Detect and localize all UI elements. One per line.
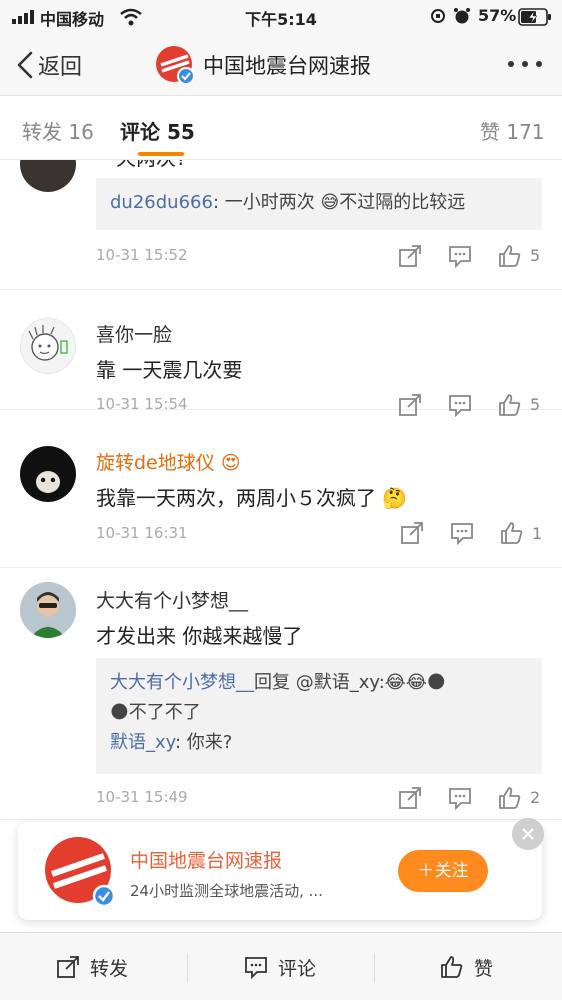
comment-item: 大大有个小梦想__ 才发出来 你越来越慢了 大大有个小梦想__回复 @默语_xy… xyxy=(0,568,562,820)
follow-promo-card[interactable]: 中国地震台网速报 24小时监测全球地震活动, ... ＋关注 xyxy=(18,822,542,920)
comment-text: 我靠一天两次，两周小５次疯了 🤔 xyxy=(96,486,408,510)
comment-time: 10-31 16:31 xyxy=(96,524,188,542)
reply-text: 回复 @默语_xy:😂😂🌑 xyxy=(254,672,446,693)
like-count: 1 xyxy=(532,524,543,543)
reply-author[interactable]: 大大有个小梦想__ xyxy=(110,672,254,693)
like-count: 5 xyxy=(530,246,541,265)
reply-icon[interactable] xyxy=(448,244,472,268)
account-logo-icon xyxy=(156,46,195,85)
comment-author-name: 旋转de地球仪 xyxy=(96,452,215,474)
tab-bar: 转发 16 评论 55 赞 171 xyxy=(0,96,562,160)
more-dots-icon[interactable] xyxy=(505,54,545,74)
comment-author[interactable]: 旋转de地球仪 😍 xyxy=(96,448,241,475)
page-title: 中国地震台网速报 xyxy=(203,54,371,78)
status-bar: 中国移动 下午5:14 57% xyxy=(0,0,562,34)
comment-item: 喜你一脸 靠 一天震几次要 10-31 15:54 5 xyxy=(0,290,562,417)
reply-author[interactable]: du26du666 xyxy=(110,192,213,213)
reply-box[interactable]: du26du666: 一小时两次 😅不过隔的比较远 xyxy=(96,178,542,230)
comment-text: 一天两次? xyxy=(96,160,187,171)
reply-text: : 一小时两次 😅不过隔的比较远 xyxy=(212,192,466,213)
active-tab-indicator xyxy=(138,152,184,156)
nav-bar: 返回 中国地震台网速报 xyxy=(0,34,562,96)
tab-repost[interactable]: 转发 16 xyxy=(22,116,94,145)
comment-item: 一天两次? du26du666: 一小时两次 😅不过隔的比较远 10-31 15… xyxy=(0,160,562,290)
comment-time: 10-31 15:52 xyxy=(96,246,188,264)
avatar[interactable] xyxy=(20,582,76,638)
comment-item: 旋转de地球仪 😍 我靠一天两次，两周小５次疯了 🤔 10-31 16:31 1 xyxy=(0,430,562,568)
back-button[interactable]: 返回 xyxy=(16,50,82,80)
back-label: 返回 xyxy=(38,55,83,80)
reply-icon[interactable] xyxy=(450,521,474,545)
avatar[interactable] xyxy=(20,160,76,192)
reply-icon[interactable] xyxy=(448,393,472,417)
like-count: 2 xyxy=(530,788,541,807)
battery-icon xyxy=(518,8,551,26)
avatar[interactable] xyxy=(20,446,76,502)
comment-button[interactable]: 评论 xyxy=(244,933,316,1000)
close-icon[interactable] xyxy=(512,818,544,850)
comment-time: 10-31 15:49 xyxy=(96,788,188,806)
reply-text: 🌑不了不了 xyxy=(110,702,201,723)
vip-badge: 😍 xyxy=(220,452,241,474)
comment-text: 靠 一天震几次要 xyxy=(96,358,243,382)
follow-button[interactable]: ＋关注 xyxy=(398,850,488,892)
share-icon[interactable] xyxy=(398,786,422,810)
battery-percent: 57% xyxy=(478,6,517,25)
promo-account-name: 中国地震台网速报 xyxy=(130,850,283,872)
comment-label: 评论 xyxy=(278,957,317,980)
share-icon[interactable] xyxy=(398,393,422,417)
reply-author[interactable]: 默语_xy xyxy=(110,732,175,753)
alarm-icon xyxy=(454,8,470,24)
reply-icon[interactable] xyxy=(448,786,472,810)
reply-box[interactable]: 大大有个小梦想__回复 @默语_xy:😂😂🌑 🌑不了不了 默语_xy: 你来? xyxy=(96,658,542,774)
tab-comments[interactable]: 评论 55 xyxy=(120,116,195,145)
comment-text: 才发出来 你越来越慢了 xyxy=(96,624,303,648)
share-icon xyxy=(57,956,79,978)
account-title[interactable]: 中国地震台网速报 xyxy=(155,44,371,86)
comment-icon xyxy=(245,957,267,979)
like-count: 5 xyxy=(530,395,541,414)
comment-author[interactable]: 大大有个小梦想__ xyxy=(96,586,248,613)
reply-line: 默语_xy: 你来? xyxy=(110,728,528,758)
comment-feed[interactable]: 一天两次? du26du666: 一小时两次 😅不过隔的比较远 10-31 15… xyxy=(0,160,562,930)
reply-line: 🌑不了不了 xyxy=(110,698,528,728)
like-icon[interactable] xyxy=(498,244,522,268)
chevron-left-icon xyxy=(17,51,33,79)
like-icon[interactable] xyxy=(498,393,522,417)
comment-time: 10-31 15:54 xyxy=(96,395,188,413)
share-icon[interactable] xyxy=(398,244,422,268)
doodle-face-icon xyxy=(28,325,68,361)
avatar[interactable] xyxy=(20,318,76,374)
owl-avatar-icon xyxy=(36,471,60,493)
like-button[interactable]: 赞 xyxy=(440,933,493,1000)
like-icon[interactable] xyxy=(498,786,522,810)
comment-author[interactable]: 喜你一脸 xyxy=(96,320,172,347)
share-icon[interactable] xyxy=(400,521,424,545)
promo-description: 24小时监测全球地震活动, ... xyxy=(130,882,323,900)
reply-line: 大大有个小梦想__回复 @默语_xy:😂😂🌑 xyxy=(110,668,528,698)
bottom-action-bar: 转发 评论 赞 xyxy=(0,932,562,1000)
divider xyxy=(374,953,375,983)
repost-button[interactable]: 转发 xyxy=(56,933,128,1000)
account-logo-icon xyxy=(45,837,116,908)
reply-text: : 你来? xyxy=(175,732,233,753)
like-icon[interactable] xyxy=(500,521,524,545)
like-icon xyxy=(441,956,463,978)
repost-label: 转发 xyxy=(90,957,129,980)
divider xyxy=(187,953,188,983)
person-avatar-icon xyxy=(20,582,76,638)
like-label: 赞 xyxy=(474,957,494,980)
orientation-lock-icon xyxy=(431,9,445,23)
tab-likes[interactable]: 赞 171 xyxy=(480,116,545,145)
